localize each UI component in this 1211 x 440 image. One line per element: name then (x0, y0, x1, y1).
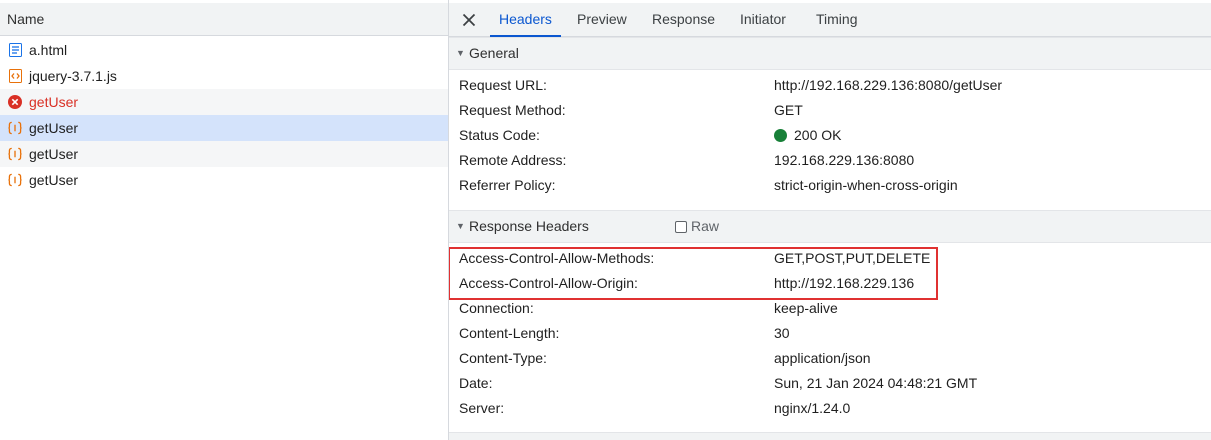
general-row: Referrer Policy: strict-origin-when-cros… (449, 173, 1211, 198)
annotation-highlight-box (449, 247, 938, 300)
fetch-icon (8, 121, 22, 135)
tab-preview[interactable]: Preview (577, 3, 627, 36)
collapse-triangle-icon[interactable]: ▼ (456, 211, 465, 242)
request-details-pane: Headers Preview Response Initiator Timin… (449, 0, 1211, 440)
request-name: getUser (29, 146, 79, 162)
collapsed-section-header (449, 433, 1211, 440)
general-section-header[interactable]: ▼ General (449, 37, 1211, 70)
section-title: General (469, 45, 519, 61)
request-row-getuser-selected[interactable]: getUser (0, 115, 448, 141)
request-name: getUser (29, 94, 79, 110)
response-header-row: Content-Length: 30 (449, 321, 1211, 346)
green-status-dot-icon (774, 129, 787, 142)
header-key: Status Code: (459, 127, 540, 143)
collapse-triangle-icon[interactable]: ▼ (456, 38, 465, 69)
general-row: Request URL: http://192.168.229.136:8080… (449, 73, 1211, 98)
raw-checkbox[interactable] (675, 220, 687, 233)
header-value: GET (774, 102, 803, 118)
tab-headers[interactable]: Headers (490, 3, 561, 37)
request-row-a-html[interactable]: a.html (0, 37, 448, 63)
raw-toggle[interactable]: Raw (675, 211, 719, 242)
request-row-jquery[interactable]: jquery-3.7.1.js (0, 63, 448, 89)
fetch-icon (8, 147, 22, 161)
document-icon (8, 43, 22, 57)
request-name: a.html (29, 42, 68, 58)
error-icon (8, 95, 22, 109)
fetch-icon (8, 173, 22, 187)
name-column-header[interactable]: Name (0, 3, 448, 36)
tab-timing[interactable]: Timing (816, 3, 858, 36)
request-row-getuser[interactable]: getUser (0, 141, 448, 167)
header-value: nginx/1.24.0 (774, 400, 851, 416)
name-column-label: Name (7, 11, 45, 27)
general-row: Status Code: 200 OK (449, 123, 1211, 148)
request-list: a.html jquery-3.7.1.js getUser getUser g… (0, 37, 448, 193)
request-list-pane: Name a.html jquery-3.7.1.js getUser getU… (0, 0, 448, 440)
status-text: 200 OK (794, 127, 842, 143)
header-value: Sun, 21 Jan 2024 04:48:21 GMT (774, 375, 978, 391)
response-headers-section-header[interactable]: ▼ Response Headers Raw (449, 210, 1211, 243)
response-header-row: Server: nginx/1.24.0 (449, 396, 1211, 421)
header-key: Request URL: (459, 77, 547, 93)
tab-initiator[interactable]: Initiator (740, 3, 786, 36)
header-key: Date: (459, 375, 493, 391)
header-key: Remote Address: (459, 152, 567, 168)
tab-response[interactable]: Response (652, 3, 715, 36)
header-value: strict-origin-when-cross-origin (774, 177, 958, 193)
close-icon[interactable] (460, 11, 478, 29)
header-key: Request Method: (459, 102, 566, 118)
response-header-row: Date: Sun, 21 Jan 2024 04:48:21 GMT (449, 371, 1211, 396)
response-header-row: Content-Type: application/json (449, 346, 1211, 371)
details-tabbar: Headers Preview Response Initiator Timin… (449, 3, 1211, 37)
request-row-getuser-failed[interactable]: getUser (0, 89, 448, 115)
header-key: Referrer Policy: (459, 177, 556, 193)
general-row: Request Method: GET (449, 98, 1211, 123)
header-key: Server: (459, 400, 505, 416)
request-name: getUser (29, 120, 79, 136)
request-row-getuser[interactable]: getUser (0, 167, 448, 193)
header-value: 192.168.229.136:8080 (774, 152, 915, 168)
header-key: Content-Type: (459, 350, 547, 366)
header-value: 30 (774, 325, 790, 341)
status-value: 200 OK (774, 123, 841, 148)
request-name: jquery-3.7.1.js (29, 68, 117, 84)
script-icon (8, 69, 22, 83)
header-value: http://192.168.229.136:8080/getUser (774, 77, 1003, 93)
header-value: application/json (774, 350, 871, 366)
general-row: Remote Address: 192.168.229.136:8080 (449, 148, 1211, 173)
header-key: Content-Length: (459, 325, 560, 341)
section-title: Response Headers (469, 218, 589, 234)
request-name: getUser (29, 172, 79, 188)
raw-label: Raw (691, 218, 720, 234)
